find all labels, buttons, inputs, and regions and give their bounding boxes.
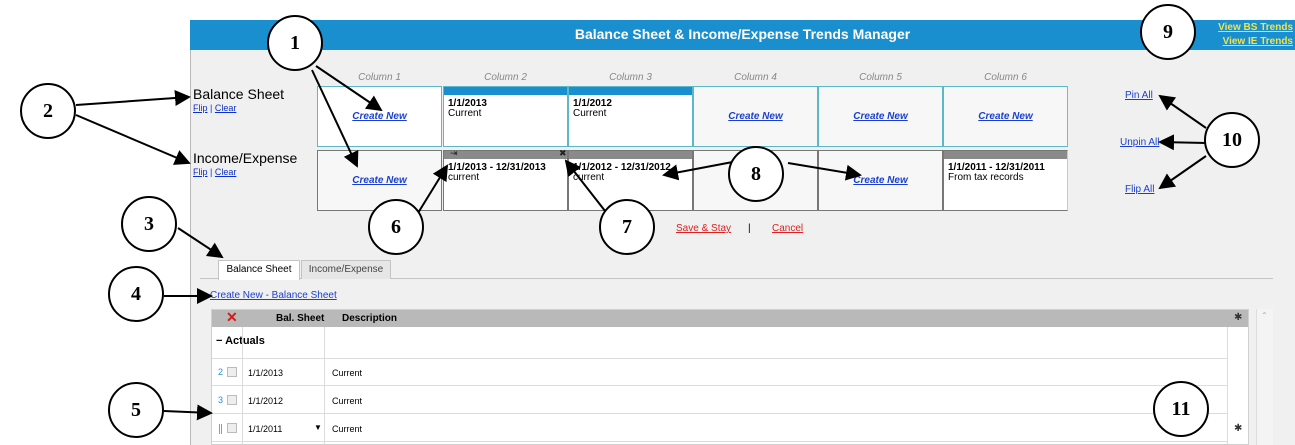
callout-7: 7 [599, 199, 655, 255]
callout-9: 9 [1140, 4, 1196, 60]
callout-10: 10 [1204, 112, 1260, 168]
callout-1: 1 [267, 15, 323, 71]
callout-3: 3 [121, 196, 177, 252]
callout-2: 2 [20, 83, 76, 139]
callout-4: 4 [108, 266, 164, 322]
callout-6: 6 [368, 199, 424, 255]
callout-8: 8 [728, 146, 784, 202]
callout-11: 11 [1153, 381, 1209, 437]
callout-5: 5 [108, 382, 164, 438]
